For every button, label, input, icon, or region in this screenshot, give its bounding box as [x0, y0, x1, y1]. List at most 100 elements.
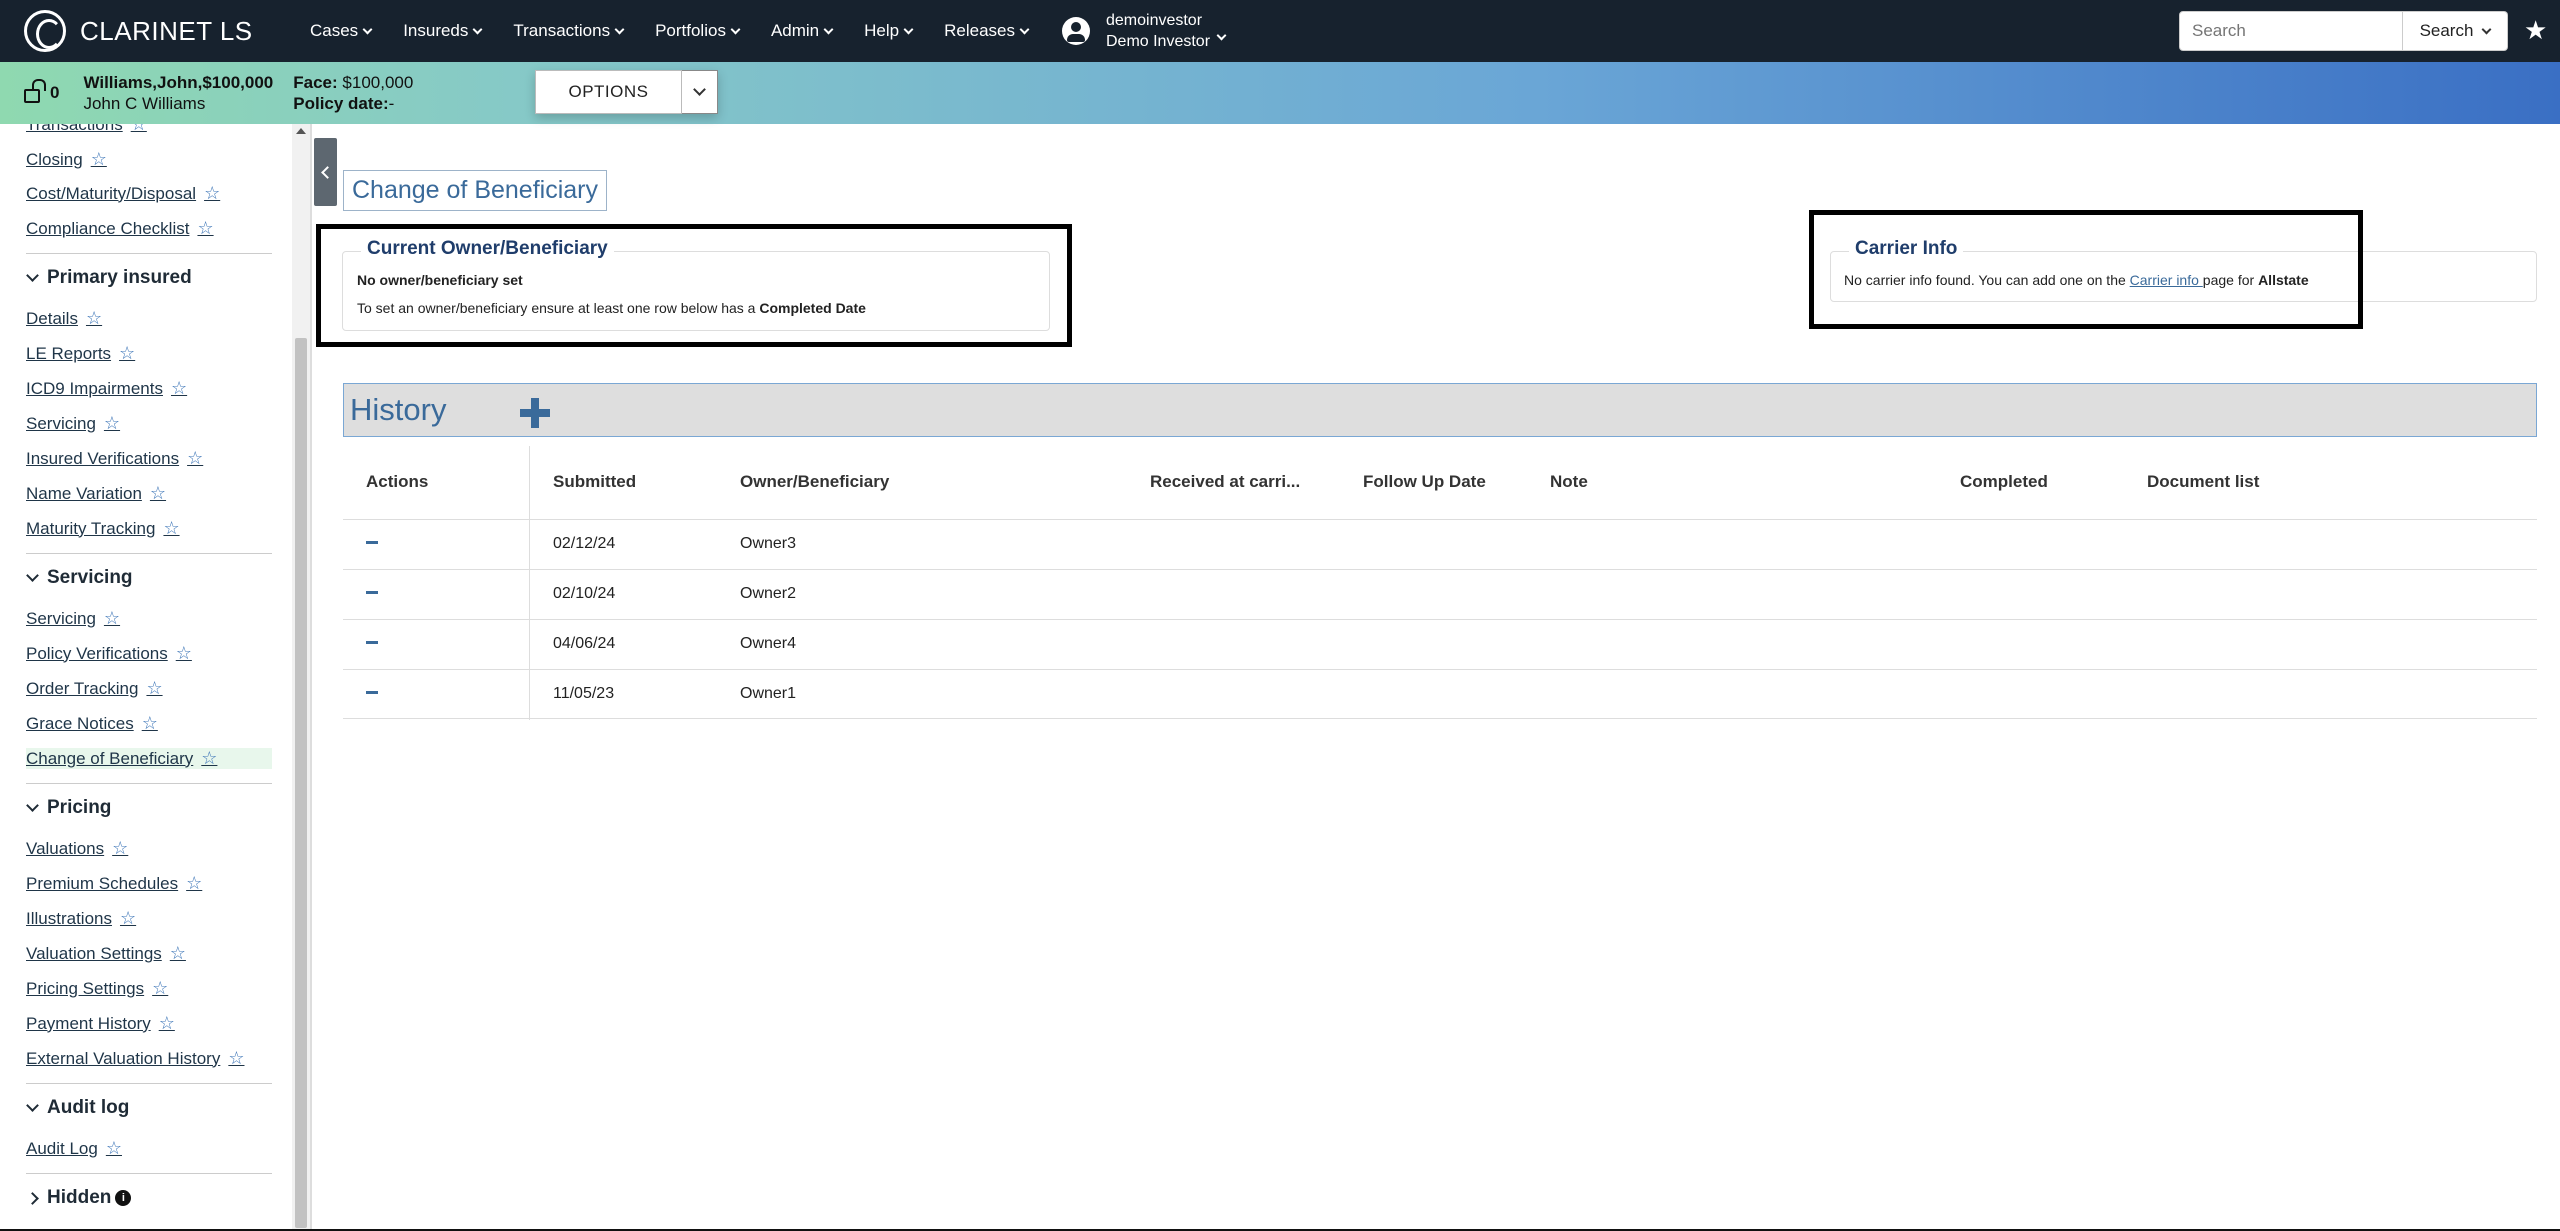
sidebar-item-maturity-tracking[interactable]: Maturity Tracking ☆ — [26, 518, 180, 539]
sidebar-collapse-button[interactable] — [314, 138, 337, 206]
chevron-down-icon — [903, 24, 914, 34]
sidebar-item-closing[interactable]: Closing ☆ — [26, 149, 107, 170]
sidebar-section-primary-insured[interactable]: Primary insured — [26, 267, 192, 289]
options-caret-button[interactable] — [682, 70, 718, 114]
sidebar-item-compliance[interactable]: Compliance Checklist ☆ — [26, 218, 214, 239]
scrollbar-thumb[interactable] — [295, 338, 307, 1228]
sidebar-item-external-valuation-history[interactable]: External Valuation History ☆ — [26, 1048, 244, 1069]
sidebar-item-servicing[interactable]: Servicing ☆ — [26, 608, 120, 629]
col-note[interactable]: Note — [1550, 472, 1588, 492]
sidebar-section-pricing[interactable]: Pricing — [26, 797, 111, 819]
sidebar-border — [310, 124, 312, 1231]
sidebar-item-icd9[interactable]: ICD9 Impairments ☆ — [26, 378, 187, 399]
star-icon[interactable]: ☆ — [176, 643, 192, 664]
remove-row-icon[interactable] — [366, 591, 378, 594]
sidebar-item-payment-history[interactable]: Payment History ☆ — [26, 1013, 175, 1034]
table-row: 02/12/24 Owner3 — [343, 519, 2537, 569]
policy-date-label: Policy date: — [293, 94, 389, 113]
sidebar-item-audit-log[interactable]: Audit Log ☆ — [26, 1138, 122, 1159]
sidebar-item-transactions[interactable]: Transactions ☆ — [26, 124, 147, 135]
sidebar: Transactions ☆ Closing ☆ Cost/Maturity/Dis… — [0, 124, 292, 1231]
sidebar-item-le-reports[interactable]: LE Reports ☆ — [26, 343, 135, 364]
sidebar-item-change-of-beneficiary[interactable]: Change of Beneficiary ☆ — [26, 748, 272, 769]
star-icon[interactable]: ☆ — [146, 678, 162, 699]
menu-transactions[interactable]: Transactions — [513, 21, 625, 41]
col-completed[interactable]: Completed — [1960, 472, 2048, 492]
star-icon[interactable]: ☆ — [204, 183, 220, 204]
star-icon[interactable]: ☆ — [170, 943, 186, 964]
col-document-list[interactable]: Document list — [2147, 472, 2259, 492]
sidebar-section-servicing[interactable]: Servicing — [26, 567, 133, 589]
menu-portfolios[interactable]: Portfolios — [655, 21, 741, 41]
remove-row-icon[interactable] — [366, 541, 378, 544]
star-icon[interactable]: ☆ — [163, 518, 179, 539]
col-follow-up-date[interactable]: Follow Up Date — [1363, 472, 1486, 492]
app-logo[interactable]: CLARINET LS — [24, 10, 274, 52]
star-icon[interactable]: ☆ — [152, 978, 168, 999]
menu-releases[interactable]: Releases — [944, 21, 1030, 41]
star-icon[interactable]: ☆ — [104, 413, 120, 434]
sidebar-section-audit-log[interactable]: Audit log — [26, 1097, 129, 1119]
star-icon[interactable]: ☆ — [201, 748, 217, 769]
scroll-up-arrow-icon[interactable] — [296, 128, 306, 134]
col-submitted[interactable]: Submitted — [553, 472, 636, 492]
star-icon[interactable]: ☆ — [120, 908, 136, 929]
sidebar-item-details[interactable]: Details ☆ — [26, 308, 102, 329]
user-menu[interactable]: demoinvestor Demo Investor — [1061, 10, 1227, 52]
favorites-star-icon[interactable]: ★ — [2524, 15, 2547, 46]
menu-admin[interactable]: Admin — [771, 21, 834, 41]
star-icon[interactable]: ☆ — [119, 343, 135, 364]
sidebar-item-premium-schedules[interactable]: Premium Schedules ☆ — [26, 873, 202, 894]
search-input[interactable] — [2179, 11, 2403, 51]
main-menu: Cases Insureds Transactions Portfolios A… — [310, 21, 1060, 41]
add-plus-icon[interactable] — [520, 398, 550, 428]
star-icon[interactable]: ☆ — [197, 218, 213, 239]
sidebar-item-valuation-settings[interactable]: Valuation Settings ☆ — [26, 943, 186, 964]
info-icon[interactable]: i — [115, 1190, 132, 1206]
col-received-at-carrier[interactable]: Received at carri... — [1150, 472, 1300, 492]
sidebar-item-label: Policy Verifications — [26, 643, 168, 663]
menu-cases[interactable]: Cases — [310, 21, 373, 41]
options-button[interactable]: OPTIONS — [535, 70, 682, 114]
star-icon[interactable]: ☆ — [187, 448, 203, 469]
case-header-bar: 0 Williams,John,$100,000 John C Williams… — [0, 62, 2560, 124]
star-icon[interactable]: ☆ — [150, 483, 166, 504]
star-icon[interactable]: ☆ — [131, 124, 147, 135]
star-icon[interactable]: ☆ — [106, 1138, 122, 1159]
star-icon[interactable]: ☆ — [142, 713, 158, 734]
sidebar-item-pricing-settings[interactable]: Pricing Settings ☆ — [26, 978, 168, 999]
sidebar-item-illustrations[interactable]: Illustrations ☆ — [26, 908, 136, 929]
sidebar-item-label: Cost/Maturity/Disposal — [26, 183, 197, 203]
star-icon[interactable]: ☆ — [104, 608, 120, 629]
chevron-down-icon — [26, 268, 39, 282]
sidebar-scrollbar[interactable] — [292, 124, 310, 1231]
search-button[interactable]: Search — [2403, 11, 2508, 51]
remove-row-icon[interactable] — [366, 691, 378, 694]
sidebar-item-policy-verifications[interactable]: Policy Verifications ☆ — [26, 643, 192, 664]
sidebar-item-name-variation[interactable]: Name Variation ☆ — [26, 483, 166, 504]
remove-row-icon[interactable] — [366, 641, 378, 644]
sidebar-section-hidden[interactable]: Hidden i — [26, 1187, 132, 1209]
star-icon[interactable]: ☆ — [91, 149, 107, 170]
sidebar-item-label: Change of Beneficiary — [26, 748, 194, 768]
section-title: Hidden — [47, 1187, 112, 1208]
sidebar-item-servicing-insured[interactable]: Servicing ☆ — [26, 413, 120, 434]
username: demoinvestor — [1105, 12, 1203, 29]
star-icon[interactable]: ☆ — [228, 1048, 244, 1069]
star-icon[interactable]: ☆ — [112, 838, 128, 859]
col-owner-beneficiary[interactable]: Owner/Beneficiary — [740, 472, 889, 492]
star-icon[interactable]: ☆ — [86, 308, 102, 329]
lock-indicator[interactable]: 0 — [24, 79, 59, 103]
sidebar-item-grace-notices[interactable]: Grace Notices ☆ — [26, 713, 158, 734]
sidebar-item-valuations[interactable]: Valuations ☆ — [26, 838, 128, 859]
sidebar-item-cost-maturity[interactable]: Cost/Maturity/Disposal ☆ — [26, 183, 220, 204]
sidebar-item-order-tracking[interactable]: Order Tracking ☆ — [26, 678, 163, 699]
col-actions[interactable]: Actions — [366, 472, 428, 492]
menu-help[interactable]: Help — [864, 21, 914, 41]
menu-insureds[interactable]: Insureds — [403, 21, 483, 41]
star-icon[interactable]: ☆ — [186, 873, 202, 894]
star-icon[interactable]: ☆ — [171, 378, 187, 399]
history-title: History — [350, 392, 447, 427]
star-icon[interactable]: ☆ — [159, 1013, 175, 1034]
sidebar-item-insured-verifications[interactable]: Insured Verifications ☆ — [26, 448, 203, 469]
